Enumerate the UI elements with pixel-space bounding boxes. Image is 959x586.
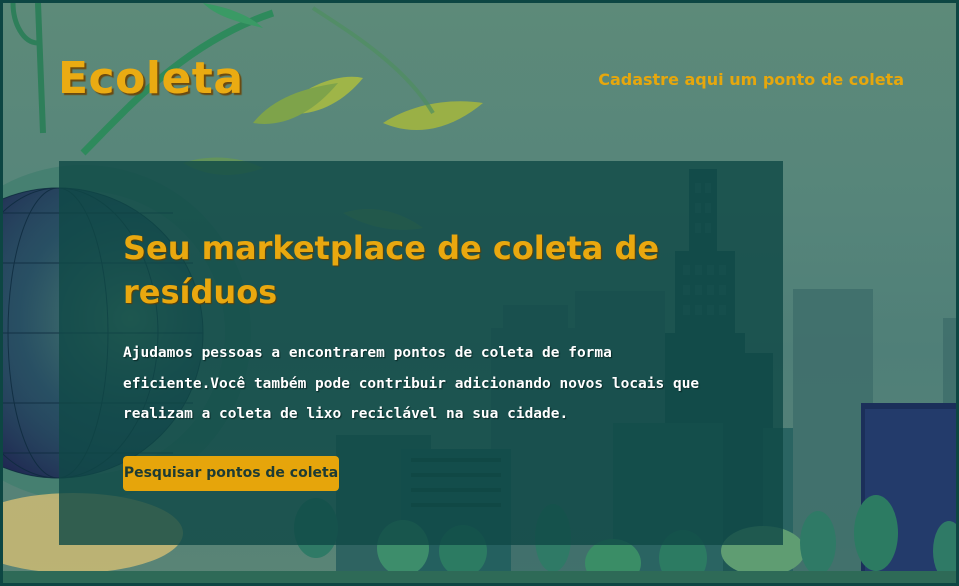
search-collection-points-button[interactable]: Pesquisar pontos de coleta <box>123 456 339 491</box>
hero-description: Ajudamos pessoas a encontrarem pontos de… <box>123 345 700 422</box>
register-collection-point-link[interactable]: Cadastre aqui um ponto de coleta <box>598 70 904 89</box>
page-frame: Ecoleta Cadastre aqui um ponto de coleta… <box>0 0 959 586</box>
hero-title: Seu marketplace de coleta de resíduos <box>123 229 660 311</box>
app-logo[interactable]: Ecoleta <box>58 53 244 104</box>
